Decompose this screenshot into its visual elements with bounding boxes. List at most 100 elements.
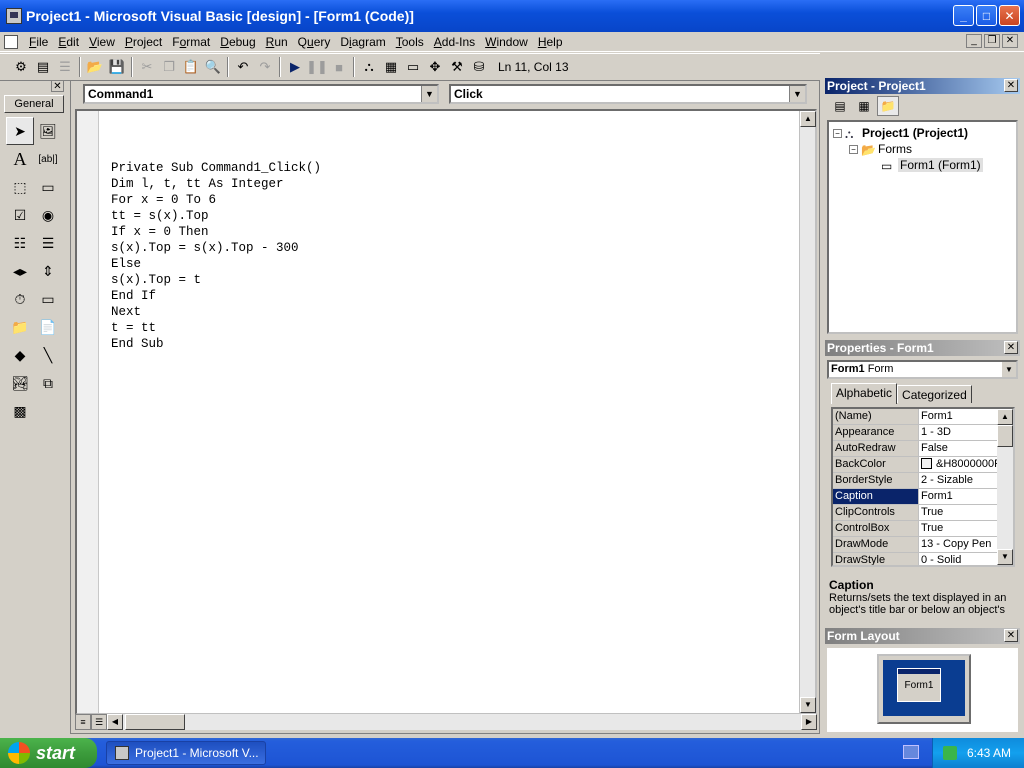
ole-icon[interactable]: ▩ [6,397,34,425]
properties-scroll-thumb[interactable] [997,425,1013,447]
menu-item-query[interactable]: Query [293,35,336,49]
scroll-up-icon[interactable]: ▲ [800,111,816,127]
view-object-icon[interactable]: ▦ [853,96,875,116]
menu-item-help[interactable]: Help [533,35,568,49]
property-row[interactable]: Caption Form1 [833,489,1013,505]
mdi-minimize-button[interactable]: _ [966,34,982,48]
object-combo[interactable]: Command1 ▼ [83,84,439,104]
picturebox-icon[interactable]: 🖼 [34,117,62,145]
scroll-down-icon[interactable]: ▼ [800,697,816,713]
commandbutton-icon[interactable]: ▭ [34,173,62,201]
copy-icon[interactable]: ❐ [158,56,180,78]
property-row[interactable]: Appearance 1 - 3D [833,425,1013,441]
add-project-icon[interactable]: ⚙ [10,56,32,78]
start-button[interactable]: start [0,738,97,768]
code-editor[interactable]: Private Sub Command1_Click() Dim l, t, tt… [75,109,817,715]
property-row[interactable]: DrawMode 13 - Copy Pen [833,537,1013,553]
line-icon[interactable]: ╲ [34,341,62,369]
tab-categorized[interactable]: Categorized [897,385,972,403]
code-line[interactable]: End If [111,288,321,304]
code-line[interactable]: Else [111,256,321,272]
redo-icon[interactable]: ↷ [254,56,276,78]
chevron-down-icon[interactable]: ▼ [1002,362,1016,377]
hscrollbar-icon[interactable]: ◂▸ [6,257,34,285]
scroll-down-icon[interactable]: ▼ [997,549,1013,565]
toolbox-icon[interactable]: ⚒ [446,56,468,78]
form-layout-close-button[interactable]: ✕ [1004,629,1018,642]
property-row[interactable]: AutoRedraw False [833,441,1013,457]
listbox-icon[interactable]: ☰ [34,229,62,257]
properties-close-button[interactable]: ✕ [1004,341,1018,354]
menu-item-tools[interactable]: Tools [391,35,429,49]
property-row[interactable]: ClipControls True [833,505,1013,521]
code-line[interactable]: If x = 0 Then [111,224,321,240]
chevron-down-icon[interactable]: ▼ [789,86,805,102]
shape-icon[interactable]: ◆ [6,341,34,369]
toolbox-general-tab[interactable]: General [4,95,64,113]
label-icon[interactable]: A [6,145,34,173]
code-text[interactable]: Private Sub Command1_Click() Dim l, t, tt… [111,160,321,352]
vscrollbar-icon[interactable]: ⇕ [34,257,62,285]
pointer-icon[interactable]: ➤ [6,117,34,145]
paste-icon[interactable]: 📋 [180,56,202,78]
menu-item-project[interactable]: Project [120,35,167,49]
procedure-combo[interactable]: Click ▼ [449,84,807,104]
toolbox-close-button[interactable]: ✕ [51,80,64,92]
tree-node-project[interactable]: − ⛬ Project1 (Project1) [833,126,968,141]
start-icon[interactable]: ▶ [284,56,306,78]
collapse-icon[interactable]: − [833,128,842,138]
property-row[interactable]: (Name) Form1 [833,409,1013,425]
drivelistbox-icon[interactable]: ▭ [34,285,62,313]
object-browser-icon[interactable]: ✥ [424,56,446,78]
collapse-icon[interactable]: − [849,144,858,154]
full-module-view-icon[interactable]: ☰ [91,714,107,730]
filelistbox-icon[interactable]: 📄 [34,313,62,341]
code-vertical-scrollbar[interactable]: ▲ ▼ [799,111,816,713]
image-icon[interactable]: 🏞 [6,369,34,397]
code-line[interactable]: End Sub [111,336,321,352]
menu-editor-icon[interactable]: ☰ [54,56,76,78]
open-project-icon[interactable]: 📂 [84,56,106,78]
break-icon[interactable]: ❚❚ [306,56,328,78]
property-row[interactable]: BorderStyle 2 - Sizable [833,473,1013,489]
optionbutton-icon[interactable]: ◉ [34,201,62,229]
properties-object-combo[interactable]: Form1 Form ▼ [827,360,1018,379]
code-line[interactable]: Dim l, t, tt As Integer [111,176,321,192]
form-layout-icon[interactable]: ▭ [402,56,424,78]
tree-node-forms[interactable]: − 📂 Forms [849,142,912,157]
dirlistbox-icon[interactable]: 📁 [6,313,34,341]
code-line[interactable]: tt = s(x).Top [111,208,321,224]
save-project-icon[interactable]: 💾 [106,56,128,78]
scroll-left-icon[interactable]: ◀ [107,714,123,730]
code-line[interactable]: For x = 0 To 6 [111,192,321,208]
layout-form-preview[interactable]: Form1 [897,668,941,702]
view-code-icon[interactable]: ▤ [829,96,851,116]
procedure-view-icon[interactable]: ≡ [75,714,91,730]
scroll-up-icon[interactable]: ▲ [997,409,1013,425]
end-icon[interactable]: ■ [328,56,350,78]
code-horizontal-scrollbar[interactable]: ◀ ▶ [107,714,817,730]
project-explorer-icon[interactable]: ⛬ [358,56,380,78]
properties-window-icon[interactable]: ▦ [380,56,402,78]
taskbar-item-vb[interactable]: Project1 - Microsoft V... [106,741,266,765]
document-icon[interactable] [4,34,18,49]
cut-icon[interactable]: ✂ [136,56,158,78]
code-line[interactable]: t = tt [111,320,321,336]
data-view-icon[interactable]: ⛁ [468,56,490,78]
chevron-down-icon[interactable]: ▼ [421,86,437,102]
vb-app-icon[interactable] [6,8,22,24]
menu-item-edit[interactable]: Edit [53,35,84,49]
property-row[interactable]: DrawStyle 0 - Solid [833,553,1013,565]
menu-item-debug[interactable]: Debug [215,35,260,49]
toggle-folders-icon[interactable]: 📁 [877,96,899,116]
menu-item-add-ins[interactable]: Add-Ins [429,35,480,49]
textbox-icon[interactable]: [ab|] [34,145,62,173]
code-line[interactable]: s(x).Top = s(x).Top - 300 [111,240,321,256]
checkbox-icon[interactable]: ☑ [6,201,34,229]
menu-item-run[interactable]: Run [261,35,293,49]
scroll-right-icon[interactable]: ▶ [801,714,817,730]
code-line[interactable]: Private Sub Command1_Click() [111,160,321,176]
properties-scrollbar[interactable]: ▲ ▼ [997,409,1013,565]
minimize-button[interactable]: _ [953,5,974,26]
mdi-close-button[interactable]: ✕ [1002,34,1018,48]
